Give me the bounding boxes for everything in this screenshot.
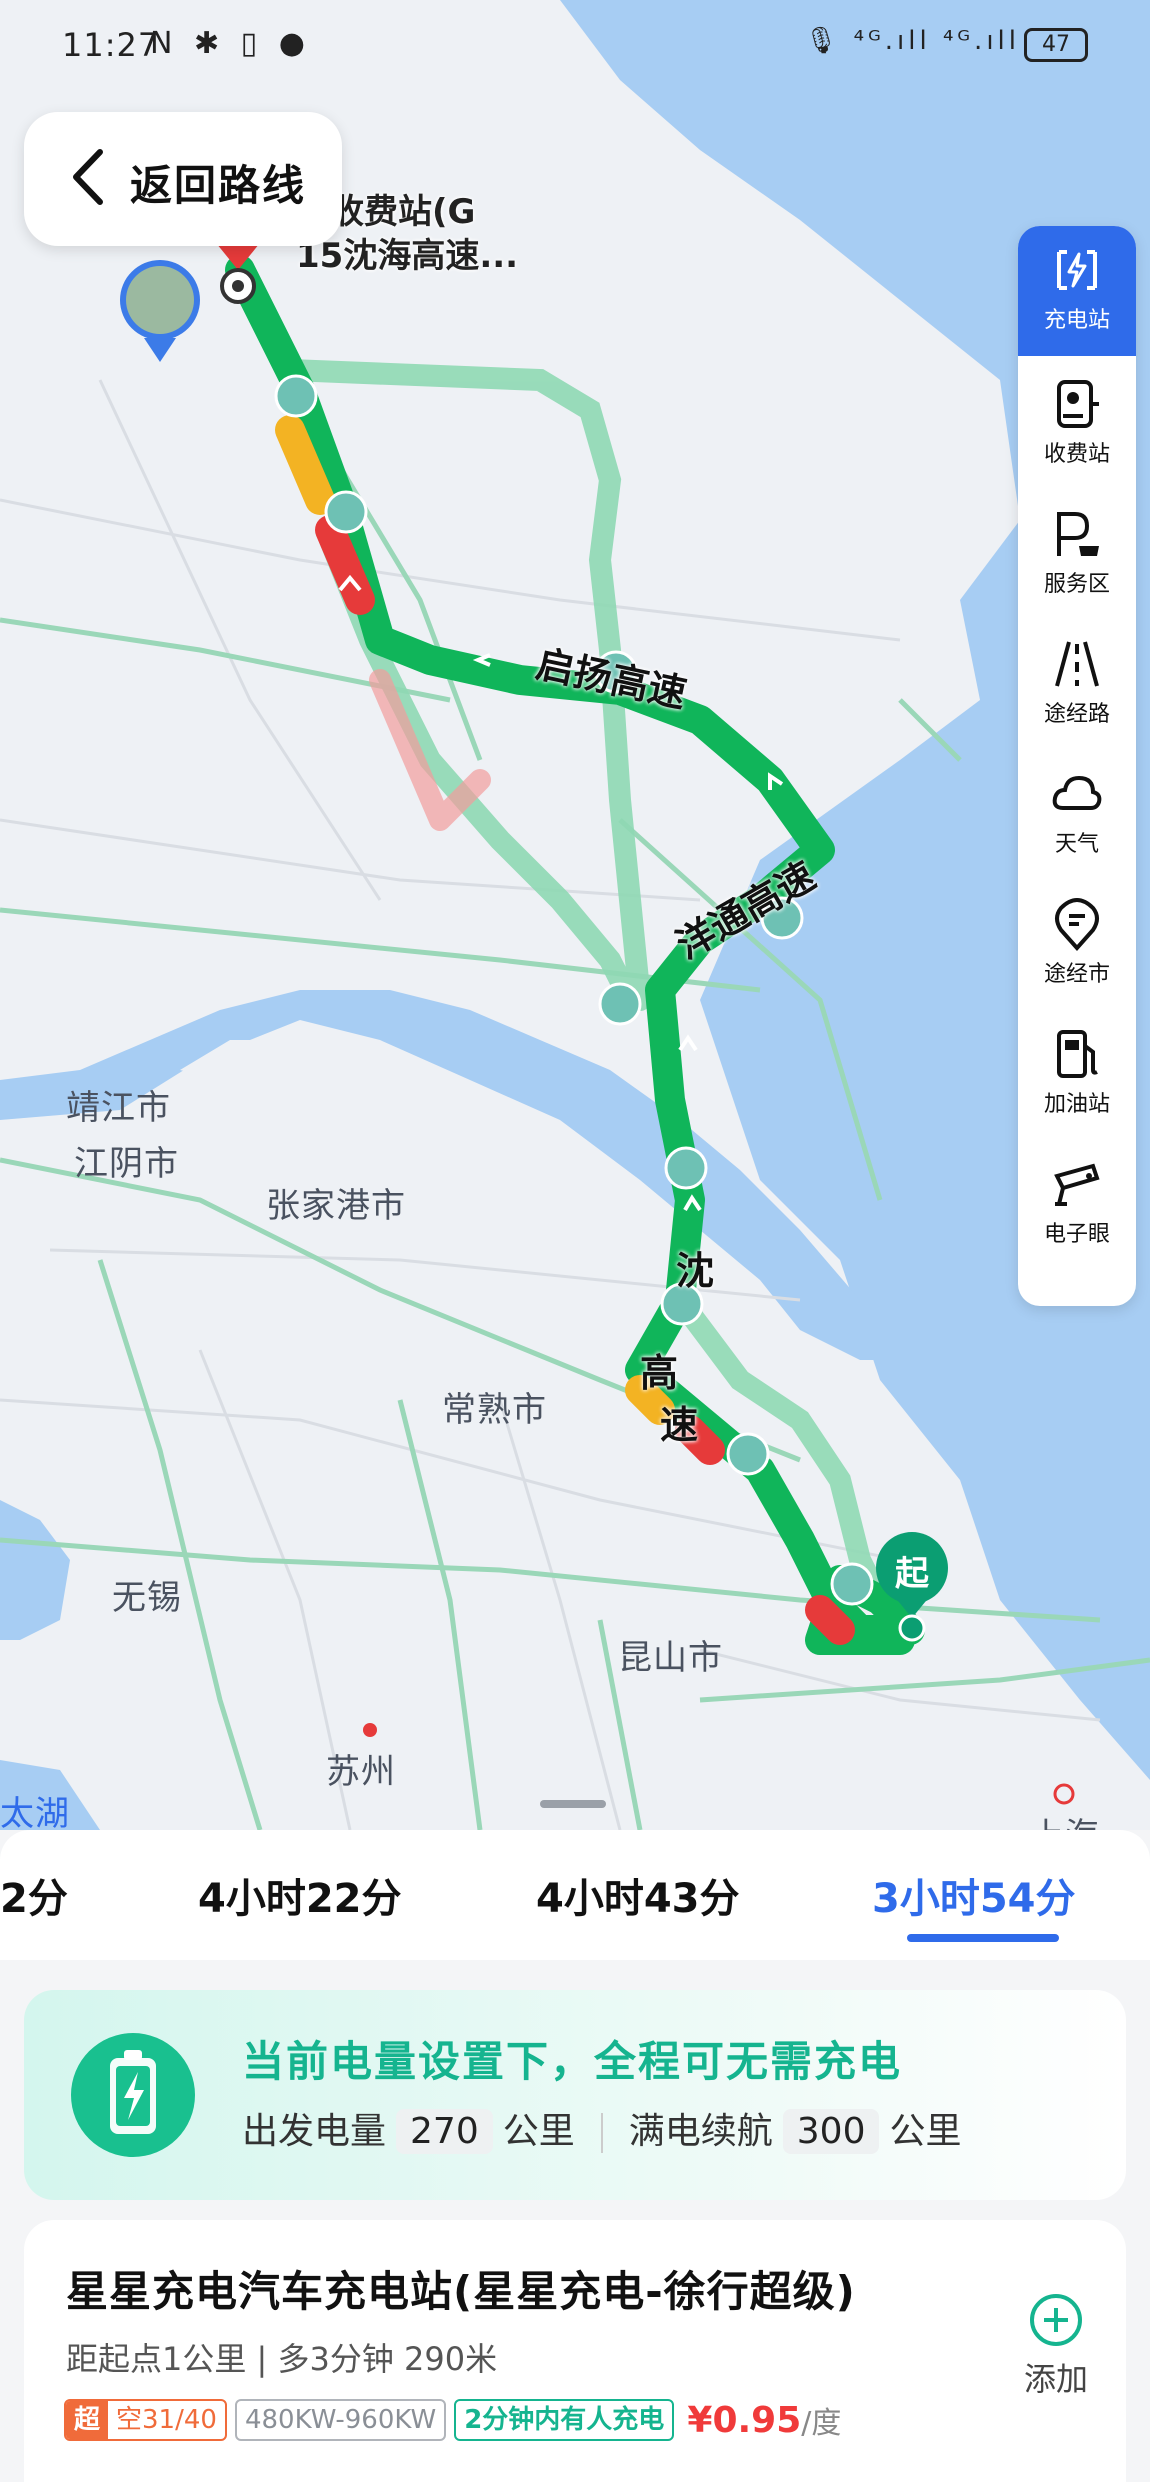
toolbar-label: 途经路	[1043, 702, 1110, 727]
divider	[600, 2113, 603, 2153]
tab-route-0[interactable]: 2分	[0, 1866, 68, 1924]
station-price: ¥0.95	[687, 2399, 802, 2441]
camera-icon	[1054, 1163, 1100, 1206]
weather-icon	[1052, 775, 1102, 810]
route-tabs: 2分 4小时22分 4小时43分 3小时54分	[0, 1830, 1150, 1960]
toolbar-item-road[interactable]: 途经路	[1018, 620, 1136, 750]
signal-icon: 🎙 ⁴ᴳ.ıll ⁴ᴳ.ıll	[804, 26, 1020, 56]
road-icon	[1055, 641, 1099, 687]
map-base	[0, 0, 1150, 1830]
status-time: 11:27	[62, 26, 160, 64]
toolbar-label: 充电站	[1043, 308, 1110, 333]
charging-station-icon	[1057, 250, 1097, 290]
add-waypoint-button[interactable]: 添加	[1006, 2292, 1106, 2400]
sheet-drag-handle[interactable]	[540, 1800, 606, 1808]
city-label-suzhou: 苏州	[326, 1752, 396, 1792]
station-tags: 超空31/40 480KW-960KW 2分钟内有人充电 ¥0.95/度	[64, 2398, 841, 2442]
occupancy-badge: 2分钟内有人充电	[454, 2399, 675, 2441]
tab-route-3[interactable]: 3小时54分	[872, 1866, 1076, 1924]
start-marker-label: 起	[895, 1554, 929, 1594]
service-area-icon	[1057, 512, 1099, 556]
status-left-icons: N ✱ ▯ ●	[150, 26, 311, 61]
gas-station-icon	[1057, 1030, 1098, 1078]
city-label-jingjiang: 靖江市	[66, 1088, 171, 1128]
availability-badge: 超空31/40	[64, 2399, 227, 2441]
plus-circle-icon	[1030, 2294, 1082, 2346]
road-label-shen: 沈	[676, 1249, 715, 1293]
toolbar-item-service[interactable]: 服务区	[1018, 490, 1136, 620]
tab-route-1[interactable]: 4小时22分	[198, 1866, 402, 1924]
toolbar-item-city[interactable]: 途经市	[1018, 880, 1136, 1010]
road-label-gao: 高	[640, 1351, 679, 1395]
city-label-changshu: 常熟市	[442, 1390, 547, 1430]
city-icon	[1055, 897, 1099, 952]
toolbar-item-camera[interactable]: 电子眼	[1018, 1140, 1136, 1270]
map-view[interactable]: 靖江市 江阴市 张家港市 常熟市 无锡 昆山市 苏州 太湖 上海 启扬高速 洋通…	[0, 0, 1150, 1830]
chevron-left-icon	[73, 149, 103, 205]
battery-card-info: 出发电量 270 公里 满电续航 300 公里	[242, 2102, 962, 2154]
road-label-su: 速	[660, 1403, 699, 1447]
price-unit: /度	[801, 2406, 842, 2441]
city-label-taihu: 太湖	[0, 1794, 70, 1830]
station-distance: 距起点1公里 | 多3分钟 290米	[66, 2340, 498, 2378]
add-label: 添加	[1023, 2360, 1088, 2398]
toolbar-label: 加油站	[1043, 1092, 1110, 1117]
toolbar-item-weather[interactable]: 天气	[1018, 750, 1136, 880]
toolbar-label: 电子眼	[1043, 1222, 1110, 1247]
depart-value[interactable]: 270	[396, 2109, 493, 2154]
toolbar-label: 途经市	[1043, 962, 1110, 987]
station-name: 星星充电汽车充电站(星星充电-徐行超级)	[66, 2267, 856, 2316]
status-bar: 11:27 N ✱ ▯ ● 🎙 ⁴ᴳ.ıll ⁴ᴳ.ıll 47	[0, 0, 1150, 90]
toolbar-item-gas[interactable]: 加油站	[1018, 1010, 1136, 1140]
depart-label: 出发电量	[242, 2111, 387, 2152]
city-label-kunshan: 昆山市	[618, 1638, 723, 1678]
tab-route-2[interactable]: 4小时43分	[536, 1866, 740, 1924]
city-label-wuxi: 无锡	[112, 1578, 182, 1618]
toolbar-label: 天气	[1054, 832, 1099, 857]
battery-card-title: 当前电量设置下，全程可无需充电	[242, 2037, 903, 2086]
city-label-jiangyin: 江阴市	[74, 1144, 179, 1184]
power-badge: 480KW-960KW	[234, 2399, 447, 2441]
toll-station-icon	[1057, 380, 1099, 428]
toolbar-label: 服务区	[1043, 572, 1110, 597]
toolbar-item-charging[interactable]: 充电站	[1018, 226, 1136, 356]
full-unit: 公里	[889, 2111, 962, 2152]
back-label: 返回路线	[130, 161, 307, 210]
battery-charge-icon	[71, 2033, 195, 2157]
city-label-zhangjiagang: 张家港市	[266, 1186, 406, 1226]
charging-station-card[interactable]: 星星充电汽车充电站(星星充电-徐行超级) 距起点1公里 | 多3分钟 290米 …	[24, 2220, 1126, 2482]
back-to-route-button[interactable]: 返回路线	[24, 112, 342, 246]
full-value[interactable]: 300	[782, 2109, 880, 2154]
toolbar-label: 收费站	[1043, 442, 1110, 467]
battery-icon: 47	[1024, 28, 1088, 62]
depart-unit: 公里	[502, 2111, 575, 2152]
battery-range-card[interactable]: 当前电量设置下，全程可无需充电 出发电量 270 公里 满电续航 300 公里	[24, 1990, 1126, 2200]
city-label-shanghai: 上海	[1030, 1808, 1100, 1830]
map-layer-toolbar: 充电站 收费站 服务区 途经路 天气 途经市 加油站 电子眼	[1018, 226, 1136, 1306]
toolbar-item-toll[interactable]: 收费站	[1018, 360, 1136, 490]
route-sheet: 2分 4小时22分 4小时43分 3小时54分 当前电量设置下，全程可无需充电 …	[0, 1830, 1150, 2482]
active-tab-indicator	[907, 1934, 1059, 1942]
full-label: 满电续航	[628, 2111, 773, 2152]
